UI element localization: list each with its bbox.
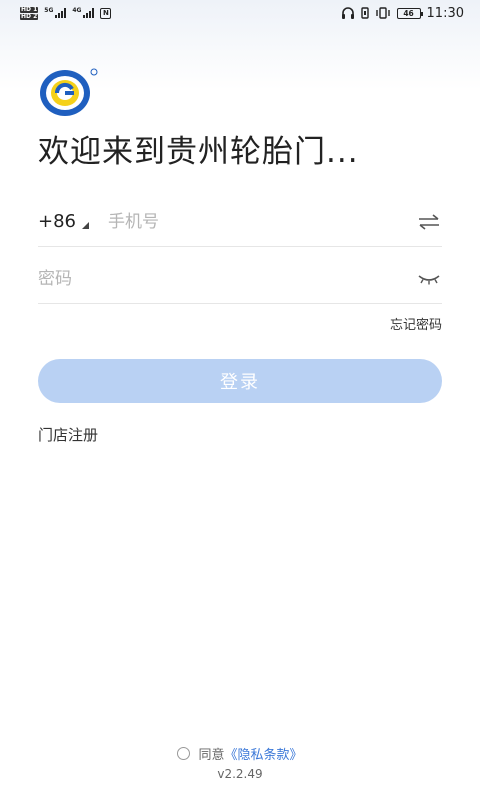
phone-row: +86: [38, 197, 442, 247]
phone-input[interactable]: [108, 211, 416, 232]
eye-closed-icon[interactable]: [416, 269, 442, 289]
password-input[interactable]: [38, 268, 416, 289]
battery-level: 46: [403, 8, 414, 18]
network-type-1: 5G: [44, 7, 54, 14]
status-bar-right: 46 11:30: [341, 6, 464, 21]
hd2-badge: HD 2: [20, 12, 39, 20]
password-row: [38, 254, 442, 304]
status-bar: HD 1 HD 2 5G 4G N 46 11:30: [0, 0, 480, 26]
nfc-icon: N: [100, 7, 112, 19]
welcome-title: 欢迎来到贵州轮胎门...: [38, 134, 359, 170]
hd-badges: HD 1 HD 2: [20, 5, 39, 20]
agreement-row: 同意 《隐私条款》: [0, 744, 480, 763]
login-button[interactable]: 登录: [38, 359, 442, 403]
agree-radio[interactable]: [177, 747, 191, 760]
signal-bars-1-icon: [55, 8, 67, 18]
signal-bars-2-icon: [83, 8, 95, 18]
version-label: v2.2.49: [217, 767, 263, 781]
clock: 11:30: [426, 5, 464, 21]
signal-2: 4G: [72, 7, 95, 18]
country-code-value: +86: [38, 211, 76, 232]
privacy-policy-link[interactable]: 《隐私条款》: [225, 744, 303, 763]
country-code-selector[interactable]: +86: [38, 211, 108, 232]
vibrate-icon: [375, 7, 390, 19]
signal-1: 5G: [44, 7, 67, 18]
network-type-2: 4G: [72, 7, 82, 14]
headphones-icon: [341, 7, 354, 19]
gtc-logo-icon: [40, 68, 98, 116]
hd1-badge: HD 1: [20, 5, 39, 13]
agree-text: 同意: [198, 748, 225, 763]
battery-icon: 46: [396, 7, 423, 19]
store-register-link[interactable]: 门店注册: [38, 424, 98, 445]
dropdown-triangle-icon: [82, 222, 89, 229]
status-bar-left: HD 1 HD 2 5G 4G N: [20, 5, 112, 20]
forgot-password-link[interactable]: 忘记密码: [390, 314, 442, 333]
sim-icon: [360, 7, 369, 19]
switch-login-icon[interactable]: [416, 212, 442, 232]
